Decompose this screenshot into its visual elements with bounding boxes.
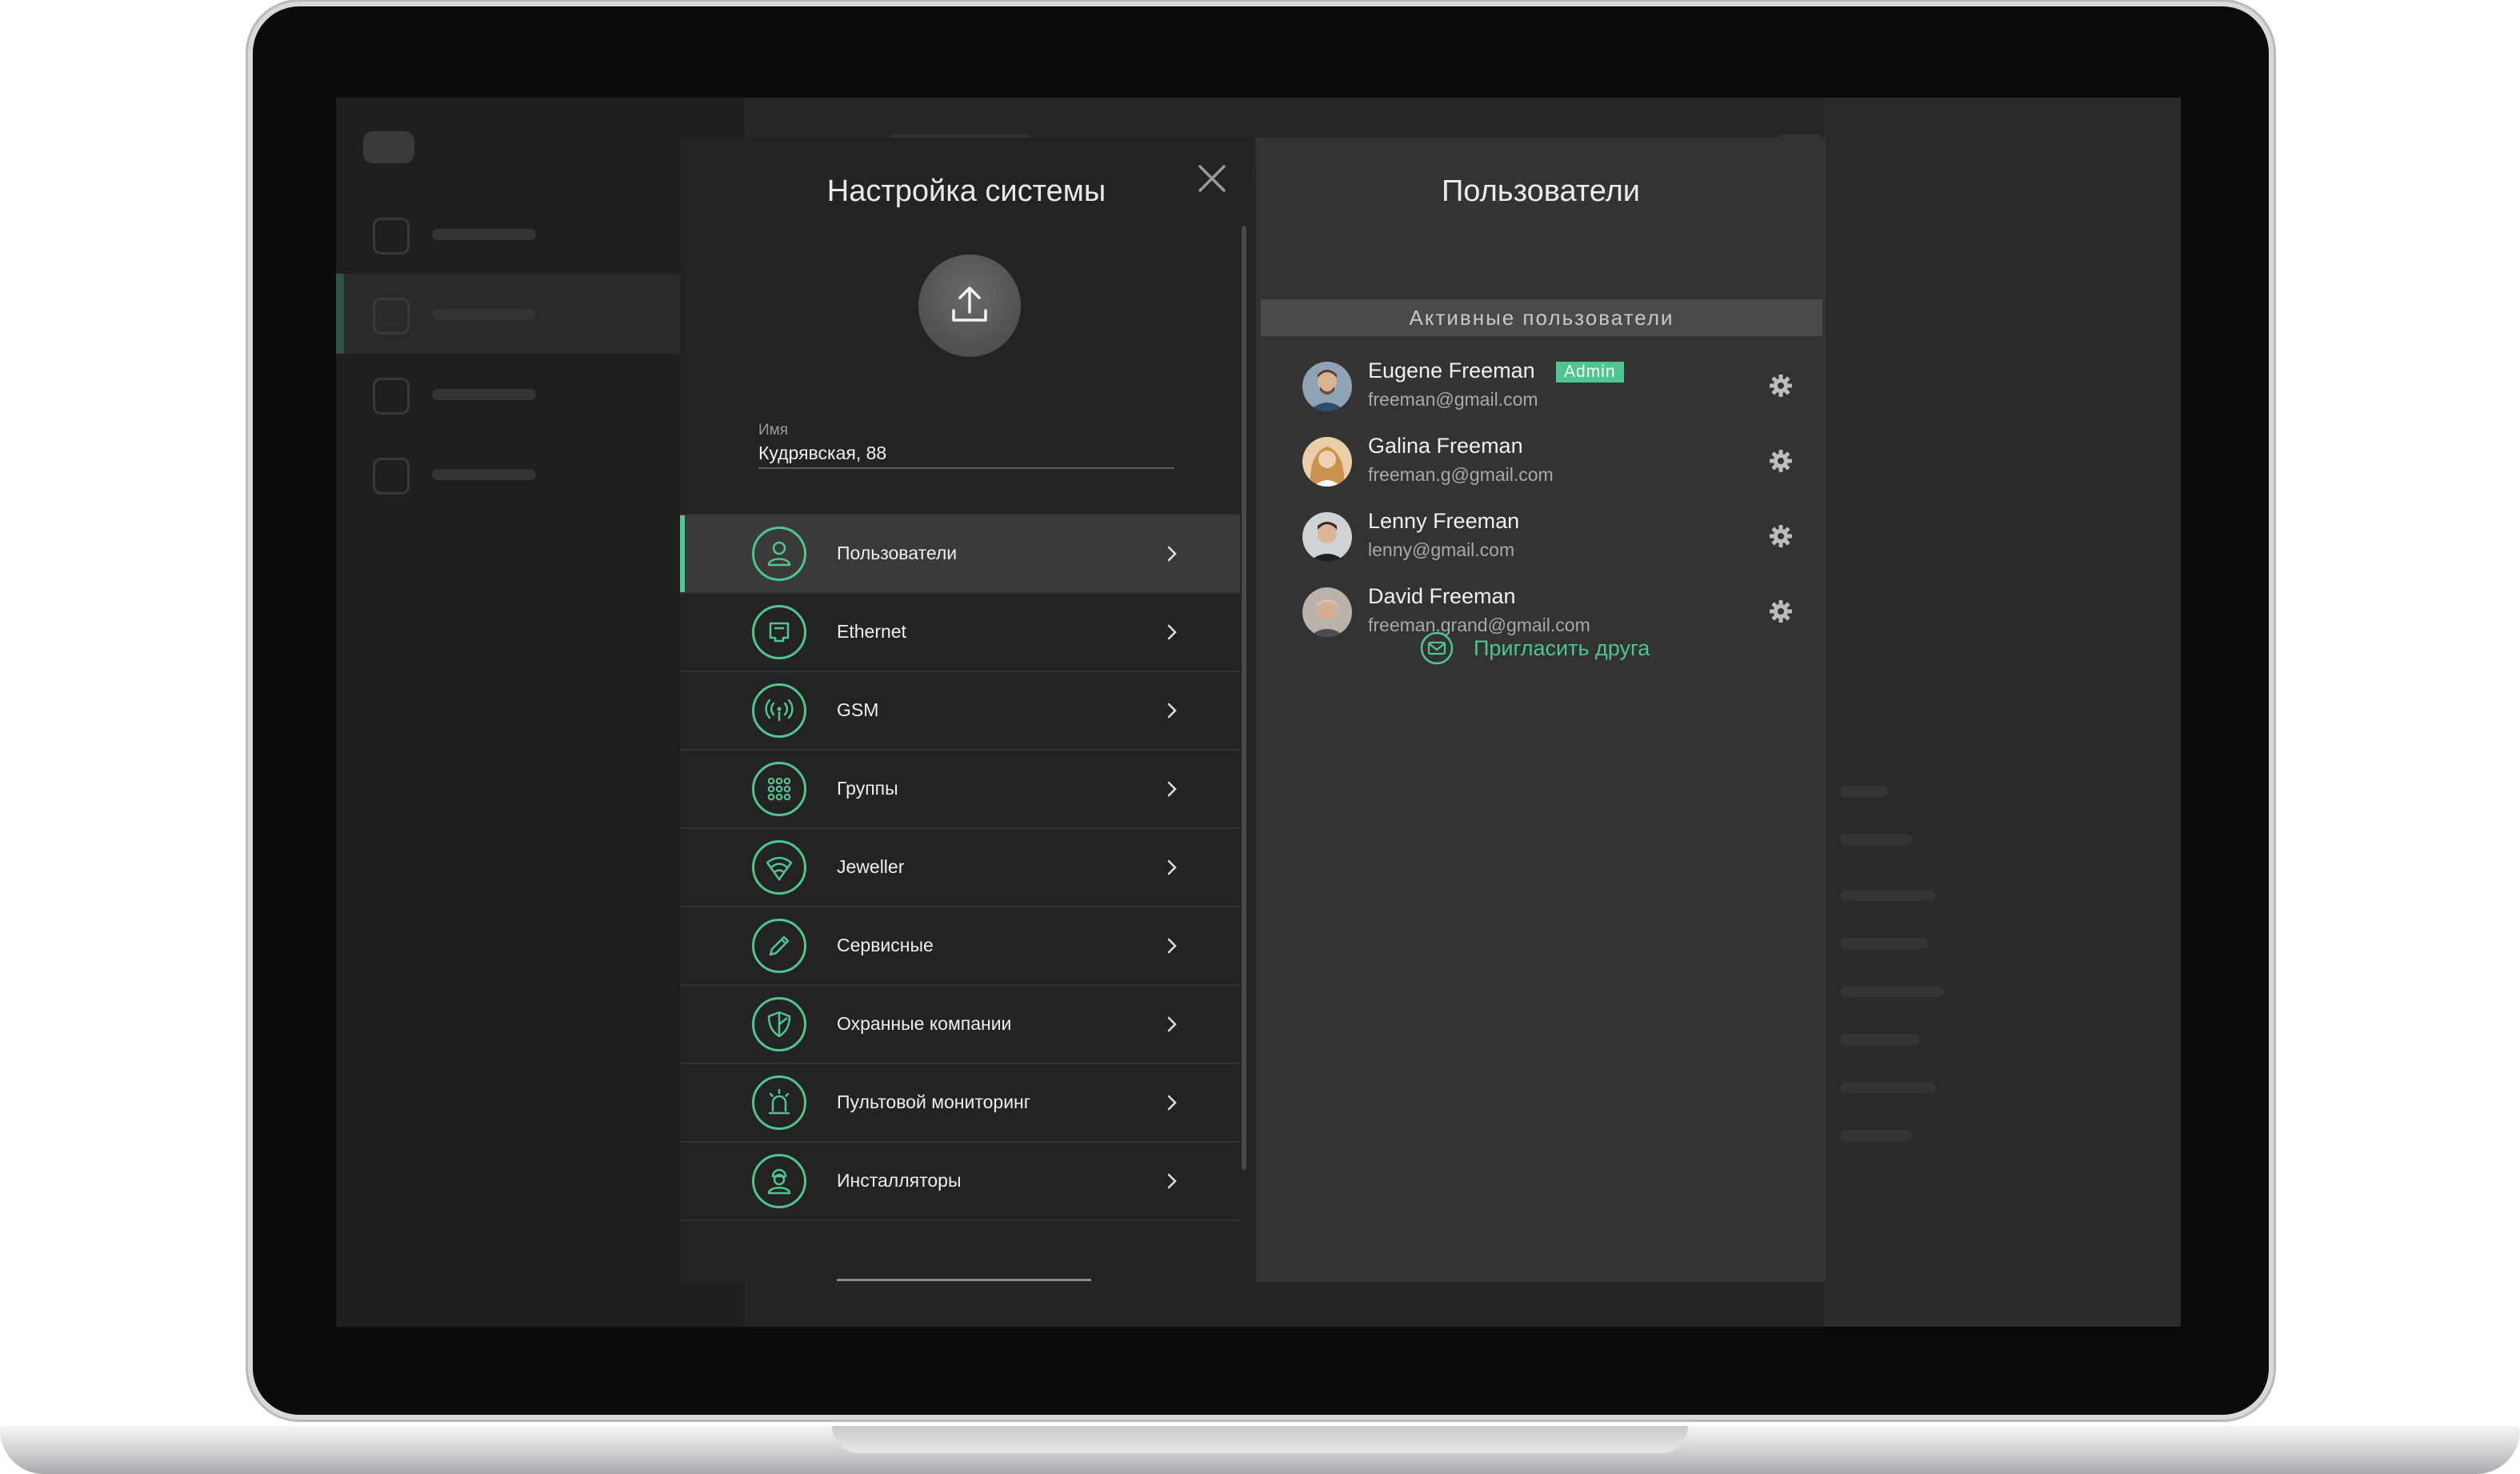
users-title: Пользователи xyxy=(1441,174,1641,208)
user-email: freeman@gmail.com xyxy=(1368,389,1538,410)
user-email: lenny@gmail.com xyxy=(1368,539,1515,560)
avatar xyxy=(1302,587,1352,637)
chevron-right-icon xyxy=(1167,624,1177,640)
user-icon xyxy=(752,527,806,581)
avatar xyxy=(1302,437,1352,487)
settings-menu: Пользователи Ethernet GSM Группы Jewelle… xyxy=(680,514,1240,1221)
ethernet-icon xyxy=(752,605,806,659)
laptop-base-notch xyxy=(832,1426,1688,1453)
menu-item-label: Пользователи xyxy=(837,543,958,563)
siren-icon xyxy=(752,1075,806,1130)
user-email: freeman.g@gmail.com xyxy=(1368,464,1554,485)
settings-scrollbar[interactable] xyxy=(1242,226,1246,1170)
envelope-icon xyxy=(1420,631,1454,665)
active-users-header: Активные пользователи xyxy=(1261,299,1822,336)
menu-item-groups[interactable]: Группы xyxy=(680,749,1240,827)
menu-item-users[interactable]: Пользователи xyxy=(680,514,1240,592)
user-row[interactable]: Eugene Freeman Admin freeman@gmail.com xyxy=(1256,350,1826,423)
menu-item-ethernet[interactable]: Ethernet xyxy=(680,592,1240,671)
invite-friend-label: Пригласить друга xyxy=(1474,635,1650,660)
chevron-right-icon xyxy=(1167,781,1177,797)
gear-icon[interactable] xyxy=(1768,373,1794,399)
menu-item-label: Ethernet xyxy=(837,621,906,642)
chevron-right-icon xyxy=(1167,1095,1177,1111)
chevron-right-icon xyxy=(1167,1016,1177,1032)
chevron-right-icon xyxy=(1167,703,1177,719)
menu-item-label: Инсталляторы xyxy=(837,1170,962,1191)
close-button[interactable] xyxy=(1192,158,1232,198)
pencil-icon xyxy=(752,919,806,973)
gear-icon[interactable] xyxy=(1768,448,1794,474)
background-logo xyxy=(363,131,414,163)
user-row[interactable]: Galina Freeman freeman.g@gmail.com xyxy=(1256,426,1826,498)
menu-item-gsm[interactable]: GSM xyxy=(680,671,1240,749)
settings-title: Настройка системы xyxy=(826,174,1106,208)
shield-icon xyxy=(752,997,806,1051)
chevron-right-icon xyxy=(1167,859,1177,875)
grid-icon xyxy=(752,762,806,816)
avatar xyxy=(1302,512,1352,562)
menu-item-label: Сервисные xyxy=(837,935,934,955)
menu-item-label: Охранные компании xyxy=(837,1013,1012,1034)
background-right-panel xyxy=(1824,98,2181,1327)
name-field-label: Имя xyxy=(758,422,789,439)
user-name: Galina Freeman xyxy=(1368,434,1523,458)
system-settings-panel: Настройка системы Имя Пользователи xyxy=(680,138,1253,1282)
user-name: Lenny Freeman xyxy=(1368,509,1520,533)
menu-item-monitoring[interactable]: Пультовой мониторинг xyxy=(680,1063,1240,1141)
installer-icon xyxy=(752,1154,806,1208)
wifi-diamond-icon xyxy=(752,840,806,895)
close-icon xyxy=(1198,165,1226,192)
menu-item-label: Пультовой мониторинг xyxy=(837,1091,1031,1112)
upload-icon xyxy=(952,286,987,322)
menu-item-label: Группы xyxy=(837,778,898,799)
chevron-right-icon xyxy=(1167,938,1177,954)
chevron-right-icon xyxy=(1167,1173,1177,1189)
user-name: David Freeman xyxy=(1368,584,1516,608)
gear-icon[interactable] xyxy=(1768,599,1794,624)
invite-friend-button[interactable]: Пригласить друга xyxy=(1419,631,1650,666)
gear-icon[interactable] xyxy=(1768,523,1794,549)
upload-photo-button[interactable] xyxy=(918,254,1021,357)
users-panel: Пользователи Активные пользователи Eugen… xyxy=(1256,138,1826,1282)
menu-item-jeweller[interactable]: Jeweller xyxy=(680,827,1240,906)
menu-item-label: GSM xyxy=(837,699,879,720)
name-field[interactable] xyxy=(758,439,1174,469)
chevron-right-icon xyxy=(1167,546,1177,562)
menu-item-security-companies[interactable]: Охранные компании xyxy=(680,984,1240,1063)
avatar xyxy=(1302,362,1352,411)
antenna-icon xyxy=(752,683,806,738)
menu-item-installers[interactable]: Инсталляторы xyxy=(680,1141,1240,1221)
menu-item-service[interactable]: Сервисные xyxy=(680,906,1240,984)
user-name: Eugene Freeman xyxy=(1368,358,1535,383)
user-row[interactable]: Lenny Freeman lenny@gmail.com xyxy=(1256,501,1826,573)
admin-badge: Admin xyxy=(1556,362,1624,383)
menu-item-label: Jeweller xyxy=(837,856,905,877)
screen: Настройка системы Имя Пользователи xyxy=(336,98,2181,1327)
scroll-indicator-line xyxy=(837,1279,1091,1281)
